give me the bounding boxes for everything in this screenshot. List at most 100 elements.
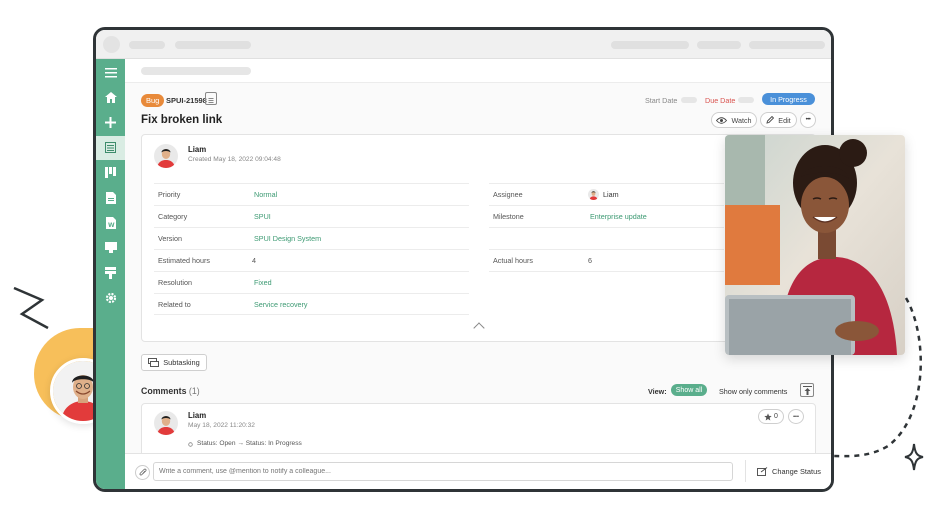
milestone-value[interactable]: Enterprise update	[590, 212, 647, 221]
field-label: Assignee	[493, 190, 523, 199]
wiki-icon[interactable]: W	[102, 214, 119, 231]
topbar-placeholder	[129, 41, 165, 49]
comment-author: Liam	[188, 411, 207, 420]
status-bullet-icon	[188, 442, 193, 447]
settings-gear-icon[interactable]	[102, 289, 119, 306]
field-label: Actual hours	[493, 256, 533, 265]
resolution-value[interactable]: Fixed	[254, 278, 272, 287]
field-label: Priority	[158, 190, 181, 199]
comment-author-avatar	[154, 411, 178, 435]
watch-button[interactable]: Watch	[711, 112, 757, 128]
comment-more-button[interactable]: •••	[788, 409, 804, 424]
browser-topbar	[96, 30, 831, 59]
status-badge[interactable]: In Progress	[762, 93, 815, 105]
comments-count: (1)	[188, 386, 200, 396]
attach-paperclip-icon[interactable]	[135, 465, 150, 480]
export-icon[interactable]	[800, 383, 814, 397]
issue-type-tag: Bug	[141, 94, 165, 107]
creator-avatar	[154, 144, 178, 168]
menu-icon[interactable]	[102, 64, 119, 81]
due-date-label: Due Date	[705, 96, 736, 105]
version-value[interactable]: SPUI Design System	[254, 234, 321, 243]
zigzag-decoration	[13, 286, 49, 330]
estimated-hours-value: 4	[252, 256, 256, 265]
breadcrumb-placeholder	[141, 67, 251, 75]
assignee-avatar	[588, 189, 599, 200]
field-actual-hours: Actual hours 6	[489, 249, 724, 271]
comment-timestamp: May 18, 2022 11:20:32	[188, 422, 255, 429]
star-button[interactable]: 0	[758, 409, 784, 424]
view-label: View:	[648, 387, 667, 396]
created-timestamp: Created May 18, 2022 09:04:48	[188, 156, 281, 163]
field-label: Resolution	[158, 278, 192, 287]
change-status-label: Change Status	[772, 467, 821, 476]
collapse-chevron-up-icon[interactable]	[473, 322, 485, 334]
topbar-placeholder	[697, 41, 741, 49]
topbar-placeholder	[611, 41, 689, 49]
star-count: 0	[774, 413, 778, 420]
field-priority: Priority Normal	[154, 183, 469, 205]
field-version: Version SPUI Design System	[154, 227, 469, 249]
home-icon[interactable]	[102, 89, 119, 106]
field-divider	[489, 271, 724, 293]
issue-key: SPUI-21598	[166, 96, 207, 105]
star-icon	[764, 412, 772, 420]
creator-name: Liam	[188, 145, 207, 154]
breadcrumb-bar	[125, 59, 831, 83]
copy-icon[interactable]	[205, 92, 217, 105]
pencil-icon	[766, 116, 775, 124]
field-label: Milestone	[493, 212, 524, 221]
comment-input[interactable]	[153, 462, 733, 481]
eye-icon	[716, 116, 728, 124]
assignee-value[interactable]: Liam	[603, 190, 619, 199]
status-change-text: Status: Open → Status: In Progress	[197, 440, 302, 447]
files-icon[interactable]	[102, 239, 119, 256]
change-status-icon	[757, 467, 768, 476]
start-date-value	[681, 97, 697, 103]
field-label: Related to	[158, 299, 191, 309]
show-all-toggle[interactable]: Show all	[671, 384, 707, 396]
field-resolution: Resolution Fixed	[154, 271, 469, 293]
priority-value[interactable]: Normal	[254, 190, 277, 199]
composer-divider	[745, 460, 746, 482]
add-icon[interactable]	[102, 114, 119, 131]
change-status-button[interactable]: Change Status	[757, 467, 821, 476]
field-label: Version	[158, 234, 182, 243]
field-label: Estimated hours	[158, 256, 210, 265]
svg-text:W: W	[108, 222, 115, 229]
field-milestone: Milestone Enterprise update	[489, 205, 724, 227]
field-category: Category SPUI	[154, 205, 469, 227]
subtask-icon	[148, 358, 160, 367]
due-date-value	[738, 97, 754, 103]
topbar-placeholder	[175, 41, 251, 49]
git-icon[interactable]	[102, 264, 119, 281]
document-icon[interactable]	[102, 189, 119, 206]
issue-details-card: Liam Created May 18, 2022 09:04:48 Prior…	[141, 134, 816, 342]
field-assignee: Assignee Liam	[489, 183, 724, 205]
more-icon: •••	[805, 117, 811, 123]
more-options-button[interactable]: •••	[800, 112, 816, 128]
related-to-value[interactable]: Service recovery	[254, 300, 308, 309]
edit-button[interactable]: Edit	[760, 112, 797, 128]
comment-item: Liam May 18, 2022 11:20:32 Status: Open …	[141, 403, 816, 459]
field-related-to: Related to Service recovery	[154, 293, 469, 315]
comments-heading: Comments (1)	[141, 386, 200, 396]
comments-title: Comments	[141, 386, 187, 396]
watch-label: Watch	[731, 115, 752, 125]
board-icon[interactable]	[102, 164, 119, 181]
subtasking-button[interactable]: Subtasking	[141, 354, 207, 371]
more-icon: •••	[793, 413, 799, 420]
field-empty	[489, 227, 724, 249]
edit-label: Edit	[778, 115, 791, 125]
show-only-comments-toggle[interactable]: Show only comments	[719, 387, 787, 396]
issues-list-icon[interactable]	[102, 139, 119, 156]
woman-laptop-photo	[725, 135, 905, 355]
topbar-placeholder-circle	[103, 36, 120, 53]
page-title: Fix broken link	[141, 114, 223, 126]
start-date-label: Start Date	[645, 96, 678, 105]
category-value[interactable]: SPUI	[254, 212, 271, 221]
actual-hours-value: 6	[588, 256, 592, 265]
field-label: Category	[158, 212, 188, 221]
subtasking-label: Subtasking	[163, 358, 200, 367]
comment-composer-bar: Change Status	[125, 453, 831, 489]
